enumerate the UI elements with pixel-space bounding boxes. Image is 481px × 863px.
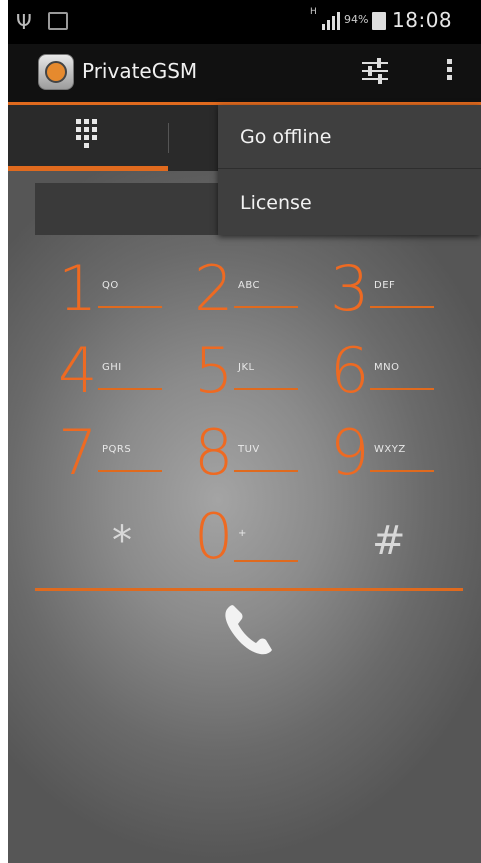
key-0[interactable]: 0 + bbox=[194, 506, 320, 576]
usb-icon: Ψ bbox=[16, 10, 32, 34]
overflow-menu: Go offline License bbox=[218, 105, 481, 235]
menu-item-go-offline[interactable]: Go offline bbox=[218, 105, 481, 169]
key-3[interactable]: 3 DEF bbox=[330, 258, 456, 328]
key-letters: DEF bbox=[374, 280, 396, 291]
dialpad-icon bbox=[76, 119, 97, 148]
key-symbol: * bbox=[112, 518, 132, 564]
keypad-divider bbox=[35, 588, 463, 591]
tab-selected-indicator bbox=[8, 166, 168, 171]
overflow-menu-icon[interactable] bbox=[442, 56, 456, 86]
phone-icon[interactable] bbox=[220, 598, 280, 662]
battery-percent: 94% bbox=[344, 13, 369, 26]
key-2[interactable]: 2 ABC bbox=[194, 258, 320, 328]
key-star[interactable]: * bbox=[58, 510, 184, 580]
key-1[interactable]: 1 QO bbox=[58, 258, 184, 328]
key-letters: QO bbox=[102, 280, 119, 291]
key-letters: + bbox=[238, 528, 247, 539]
network-type: H bbox=[310, 7, 317, 17]
tab-divider bbox=[168, 123, 169, 153]
key-digit: 0 bbox=[194, 500, 234, 573]
key-6[interactable]: 6 MNO bbox=[330, 340, 456, 410]
key-digit: 2 bbox=[194, 252, 234, 325]
app-title: PrivateGSM bbox=[82, 59, 198, 83]
key-4[interactable]: 4 GHI bbox=[58, 340, 184, 410]
key-letters: TUV bbox=[238, 444, 260, 455]
key-5[interactable]: 5 JKL bbox=[194, 340, 320, 410]
action-bar: PrivateGSM bbox=[8, 44, 481, 105]
key-digit: 1 bbox=[58, 252, 98, 325]
key-digit: 5 bbox=[194, 334, 234, 407]
battery-icon bbox=[372, 12, 386, 30]
app-icon[interactable] bbox=[38, 54, 74, 90]
key-digit: 8 bbox=[194, 416, 234, 489]
key-letters: MNO bbox=[374, 362, 400, 373]
key-digit: 7 bbox=[58, 416, 98, 489]
notification-icon bbox=[48, 12, 68, 30]
menu-item-license[interactable]: License bbox=[218, 171, 481, 235]
key-9[interactable]: 9 WXYZ bbox=[330, 422, 456, 492]
key-7[interactable]: 7 PQRS bbox=[58, 422, 184, 492]
key-digit: 3 bbox=[330, 252, 370, 325]
key-digit: 6 bbox=[330, 334, 370, 407]
tab-dialpad[interactable] bbox=[8, 105, 168, 171]
clock: 18:08 bbox=[392, 8, 453, 32]
signal-icon bbox=[322, 12, 340, 30]
key-symbol: # bbox=[372, 518, 406, 564]
status-bar: Ψ H 94% 18:08 bbox=[8, 0, 481, 44]
key-letters: JKL bbox=[238, 362, 255, 373]
key-letters: ABC bbox=[238, 280, 261, 291]
key-digit: 9 bbox=[330, 416, 370, 489]
key-letters: WXYZ bbox=[374, 444, 406, 455]
settings-sliders-icon[interactable] bbox=[360, 56, 390, 86]
key-digit: 4 bbox=[58, 334, 98, 407]
key-8[interactable]: 8 TUV bbox=[194, 422, 320, 492]
key-letters: GHI bbox=[102, 362, 122, 373]
phone-screen: Ψ H 94% 18:08 PrivateGSM 1 QO 2 ABC 3 DE… bbox=[8, 0, 481, 863]
key-hash[interactable]: # bbox=[318, 510, 444, 580]
key-letters: PQRS bbox=[102, 444, 132, 455]
